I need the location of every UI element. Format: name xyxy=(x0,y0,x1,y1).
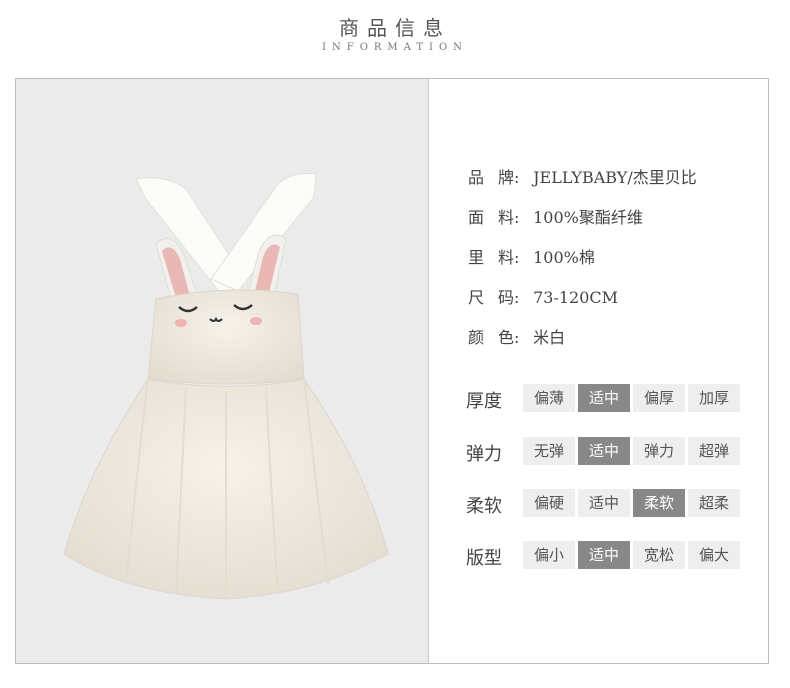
scale-option: 适中 xyxy=(578,489,630,517)
spec-size: 尺码: 73-120CM xyxy=(468,288,619,307)
spec-fabric: 面料: 100%聚酯纤维 xyxy=(468,204,643,228)
scale-option: 无弹 xyxy=(523,437,575,465)
scale-label: 版型 xyxy=(466,548,502,569)
spec-value: 73-120CM xyxy=(533,288,619,307)
scale-label: 弹力 xyxy=(466,444,502,465)
scale-label: 柔软 xyxy=(466,496,502,517)
scale-option: 适中 xyxy=(578,437,630,465)
spec-brand: 品牌: JELLYBABY/杰里贝比 xyxy=(468,164,697,188)
spec-value: 100%棉 xyxy=(533,248,595,267)
scale-option: 加厚 xyxy=(688,384,740,412)
scale-label: 厚度 xyxy=(466,391,502,412)
header-title: 商品信息 xyxy=(339,16,451,40)
spec-value: 米白 xyxy=(533,328,566,347)
scale-option: 偏厚 xyxy=(633,384,685,412)
spec-value: JELLYBABY/杰里贝比 xyxy=(533,168,697,187)
dress-bodice xyxy=(147,289,305,385)
scale-option: 适中 xyxy=(578,541,630,569)
spec-lining: 里料: 100%棉 xyxy=(468,244,595,268)
scale-option: 宽松 xyxy=(633,541,685,569)
spec-color: 颜色: 米白 xyxy=(468,324,565,348)
scale-option: 偏大 xyxy=(688,541,740,569)
scale-option: 偏小 xyxy=(523,541,575,569)
bunny-dress-image xyxy=(63,173,389,600)
scale-option: 超弹 xyxy=(688,437,740,465)
scale-option: 弹力 xyxy=(633,437,685,465)
scale-option: 偏薄 xyxy=(523,384,575,412)
spec-value: 100%聚酯纤维 xyxy=(533,208,643,227)
scale-option: 偏硬 xyxy=(523,489,575,517)
scale-option: 超柔 xyxy=(688,489,740,517)
product-photo xyxy=(16,79,429,663)
scale-option: 适中 xyxy=(578,384,630,412)
header-subtitle: INFORMATION xyxy=(322,42,468,53)
scale-option: 柔软 xyxy=(633,489,685,517)
